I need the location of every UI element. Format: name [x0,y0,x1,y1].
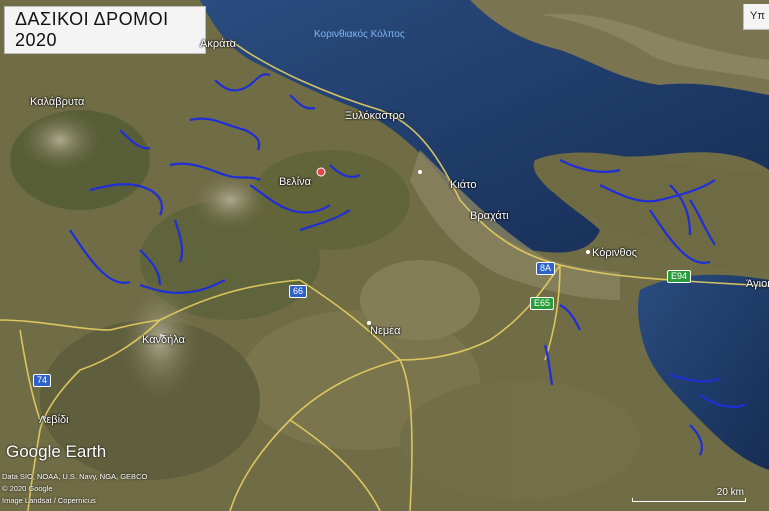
scale-bar: 20 km [632,487,746,504]
corner-panel[interactable]: Υπ [743,4,769,30]
scale-label: 20 km [716,487,744,498]
place-kandila: Κανδήλα [142,334,185,346]
attribution: Data SIO, NOAA, U.S. Navy, NGA, GEBCO © … [2,471,147,507]
title-box: ΔΑΣΙΚΟΙ ΔΡΟΜΟΙ 2020 [4,6,206,54]
road-shield-74: 74 [33,374,52,387]
gulf-label: Κορινθιακός Κόλπος [314,29,405,40]
place-vrachati: Βραχάτι [470,210,509,222]
credit-line: © 2020 Google [2,484,53,493]
scale-bar-line [632,498,746,502]
google-earth-logo: Google Earth [6,442,107,461]
place-kiato: Κιάτο [450,179,477,191]
map-title: ΔΑΣΙΚΟΙ ΔΡΟΜΟΙ 2020 [15,9,169,50]
place-kalavryta: Καλάβρυτα [30,96,85,108]
velina-pin [316,167,326,177]
place-agioi: Άγιοι [746,278,769,290]
place-levidi: Λεβίδι [39,414,69,426]
corner-label: Υπ [750,10,765,22]
place-xylokastro: Ξυλόκαστρο [345,110,405,122]
road-shield-66: 66 [289,285,308,298]
credit-line: Data SIO, NOAA, U.S. Navy, NGA, GEBCO [2,472,148,481]
road-shield-8a: 8A [536,262,556,275]
place-nemea: Νεμέα [370,325,401,337]
credit-line: Image Landsat / Copernicus [2,496,96,505]
place-velina: Βελίνα [279,176,312,188]
satellite-map[interactable] [0,0,769,511]
place-korinthos: Κόρινθος [592,247,638,259]
road-shield-e94: E94 [667,270,692,283]
place-akrata: Ακράτα [200,38,237,50]
road-shield-e65: E65 [530,297,555,310]
